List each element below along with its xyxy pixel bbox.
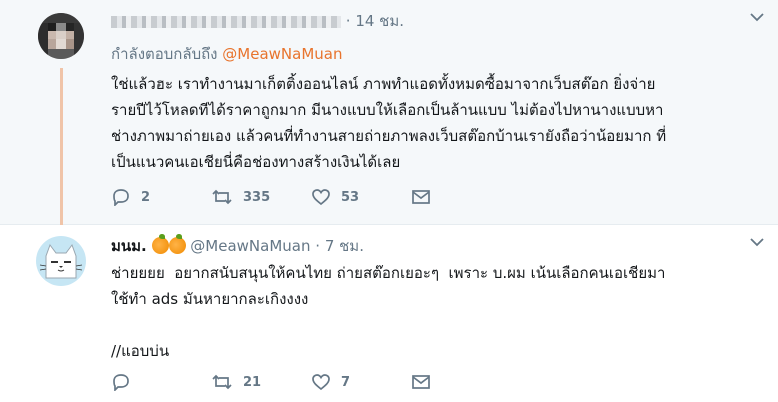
retweet-button[interactable]: 335 xyxy=(211,188,311,206)
heart-icon xyxy=(312,189,330,206)
cat-avatar[interactable] xyxy=(36,236,86,286)
like-button[interactable]: 7 xyxy=(311,373,411,391)
retweet-icon xyxy=(212,189,232,205)
tweet-timestamp[interactable]: · 7 ชม. xyxy=(315,237,364,255)
reply-icon xyxy=(113,189,129,206)
reply-tweet-2[interactable]: มนม. @MeawNaMuan · 7 ชม. ช่ายยยย อยากสนั… xyxy=(0,225,778,402)
message-button[interactable] xyxy=(411,374,511,390)
heart-icon xyxy=(312,374,330,391)
thread-connector-line xyxy=(60,68,63,228)
retweet-count: 335 xyxy=(243,189,271,205)
replying-to-handle[interactable]: @MeawNaMuan xyxy=(222,45,342,63)
display-name[interactable]: มนม. xyxy=(111,237,147,255)
reply-button[interactable]: 2 xyxy=(111,188,211,206)
retweet-icon xyxy=(212,374,232,390)
like-count: 7 xyxy=(341,374,351,390)
reply-icon xyxy=(113,374,129,391)
blurred-display-name[interactable] xyxy=(111,15,341,28)
retweet-button[interactable]: 21 xyxy=(211,373,311,391)
tweet-text: ช่ายยยย อยากสนับสนุนให้คนไทย ถ่ายสต๊อกเย… xyxy=(111,264,666,360)
like-count: 53 xyxy=(341,189,360,205)
message-button[interactable] xyxy=(411,189,511,205)
reply-button[interactable] xyxy=(111,373,211,391)
tweet-header: · 14 ชม. xyxy=(111,9,404,33)
chevron-down-icon[interactable] xyxy=(750,10,764,26)
orange-emoji-icon xyxy=(168,234,186,254)
tweet-actions: 21 7 xyxy=(111,373,511,391)
tweet-text: ใช่แล้วฮะ เราทำงานมาเก็ตติ้งออนไลน์ ภาพท… xyxy=(111,75,667,171)
tweet-header: มนม. @MeawNaMuan · 7 ชม. xyxy=(111,234,364,258)
reply-tweet-1[interactable]: · 14 ชม. กำลังตอบกลับถึง @MeawNaMuan ใช่… xyxy=(0,0,778,228)
like-button[interactable]: 53 xyxy=(311,188,411,206)
tweet-actions: 2 335 53 xyxy=(111,188,511,206)
chevron-down-icon[interactable] xyxy=(750,235,764,251)
tweet-timestamp[interactable]: · 14 ชม. xyxy=(346,12,404,30)
user-handle[interactable]: @MeawNaMuan xyxy=(190,237,310,255)
reply-count: 2 xyxy=(141,189,151,205)
retweet-count: 21 xyxy=(243,374,262,390)
envelope-icon xyxy=(412,375,430,389)
orange-emoji-icon xyxy=(151,234,169,254)
avatar-pixelated[interactable] xyxy=(38,13,84,59)
replying-to: กำลังตอบกลับถึง @MeawNaMuan xyxy=(111,45,343,63)
envelope-icon xyxy=(412,190,430,204)
